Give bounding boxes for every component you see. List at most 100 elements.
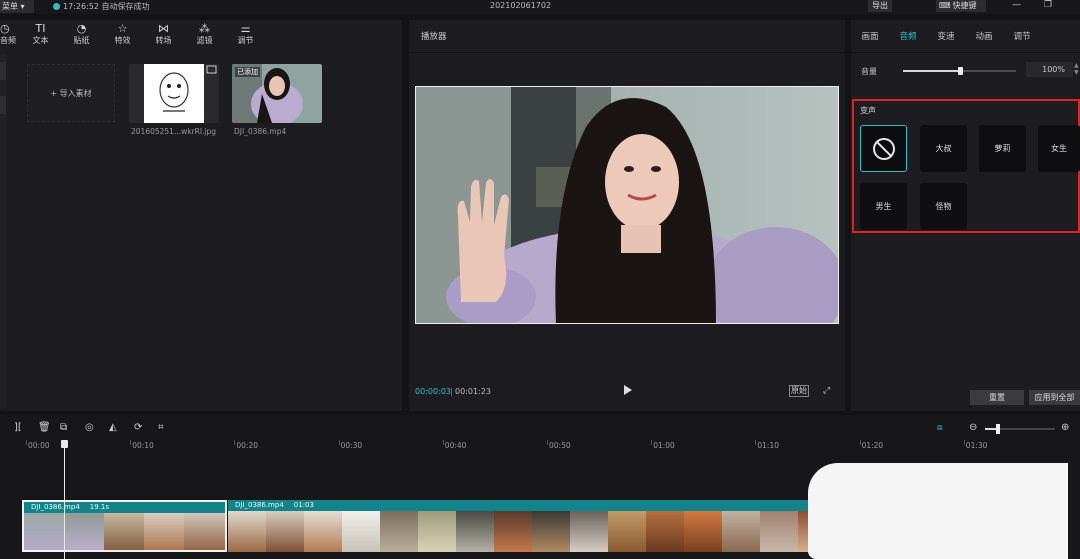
reverse-icon[interactable]: ◎ [85, 422, 94, 433]
aspect-ratio-button[interactable]: 原始 [789, 385, 809, 397]
plus-icon: + [50, 89, 60, 98]
none-icon [873, 138, 895, 160]
tool-label: 特效 [114, 36, 131, 45]
tool-filter[interactable]: ⁂ 滤镜 [184, 20, 225, 52]
media-panel: ◷ 音频 TI 文本 ◔ 贴纸 ☆ 特效 ⋈ 转场 ⁂ 滤镜 ⚌ 调节 + 导入素材 2016… [0, 20, 402, 411]
tool-label: 调节 [237, 36, 254, 45]
sticker-image [129, 64, 219, 123]
tab-animation[interactable]: 动画 [965, 20, 1003, 52]
freeze-icon[interactable]: ⧉ [60, 422, 67, 433]
sticker-icon: ◔ [76, 22, 87, 35]
video-preview[interactable] [415, 86, 839, 324]
overlay-patch [808, 463, 1068, 559]
tab-picture[interactable]: 画面 [851, 20, 889, 52]
video-frame-thumb [24, 513, 64, 550]
voice-option-male[interactable]: 男生 [860, 183, 907, 230]
keyboard-icon: ⌨ [939, 1, 951, 10]
tool-sticker[interactable]: ◔ 贴纸 [61, 20, 102, 52]
ruler-tick [547, 440, 548, 445]
video-frame-thumb [608, 511, 646, 552]
clip-header: DJI_0386.mp4 19.1s [24, 502, 225, 513]
video-frame-thumb [228, 511, 266, 552]
import-media-button[interactable]: + 导入素材 [27, 64, 115, 122]
status-dot-icon [53, 3, 60, 10]
zoom-knob[interactable] [995, 424, 1000, 434]
tool-effects[interactable]: ☆ 特效 [102, 20, 143, 52]
split-icon[interactable]: ][ [14, 422, 22, 433]
tool-label: 音频 [0, 36, 16, 45]
minimize-button[interactable]: — [1012, 0, 1021, 10]
voice-option-monster[interactable]: 怪物 [920, 183, 967, 230]
tool-audio[interactable]: ◷ 音频 [0, 20, 20, 52]
ruler-tick [26, 440, 27, 445]
timeline-clip[interactable]: DJI_0386.mp4 01:03 [228, 500, 828, 552]
fullscreen-icon[interactable]: ⤢ [823, 386, 830, 396]
shortcut-button[interactable]: ⌨ 快捷键 [936, 0, 986, 12]
voice-option-none[interactable] [860, 125, 907, 172]
ruler-label: 00:00 [28, 441, 50, 450]
ruler-tick [130, 440, 132, 445]
ruler-label: 01:10 [757, 441, 780, 450]
apply-all-button[interactable]: 应用到全部 [1029, 390, 1080, 405]
tool-text[interactable]: TI 文本 [20, 20, 61, 52]
chevron-up-icon[interactable]: ▲ [1074, 62, 1079, 69]
volume-input[interactable]: 100% [1026, 62, 1073, 77]
media-item[interactable]: 201605251...wkrRI.jpg [129, 64, 219, 136]
delete-icon[interactable]: 🗑 [38, 422, 51, 433]
media-toolbar: ◷ 音频 TI 文本 ◔ 贴纸 ☆ 特效 ⋈ 转场 ⁂ 滤镜 ⚌ 调节 [0, 20, 402, 52]
tab-audio[interactable]: 音频 [889, 20, 927, 52]
volume-stepper[interactable]: ▲ ▼ [1074, 62, 1079, 76]
audio-icon: ◷ [0, 22, 10, 35]
title-bar: 菜单 ▾ 17:26:52 自动保存成功 202102061702 导出 ⌨ 快捷… [0, 0, 1080, 14]
zoom-slider[interactable] [985, 424, 1055, 434]
time-ruler[interactable]: 00:00 00:10 00:20 00:30 00:40 00:50 01:00 01:10… [0, 440, 1080, 452]
volume-slider[interactable] [903, 67, 1016, 75]
export-button[interactable]: 导出 [868, 0, 892, 12]
media-item[interactable]: 已添加 DJI_0386.mp4 [232, 64, 322, 136]
video-frame-thumb [380, 511, 418, 552]
zoom-out-icon[interactable]: ⊖ [969, 422, 977, 433]
ruler-tick [442, 440, 444, 445]
tool-label: 文本 [32, 36, 49, 45]
snap-icon[interactable]: ⧈ [937, 423, 943, 433]
media-thumbnail [129, 64, 219, 123]
rotate-icon[interactable]: ⟳ [134, 422, 142, 433]
voice-option-female[interactable]: 女生 [1038, 125, 1080, 172]
ruler-label: 01:00 [653, 441, 675, 450]
video-frame-thumb [532, 511, 570, 552]
restore-button[interactable]: ❐ [1044, 0, 1052, 10]
video-frame-thumb [418, 511, 456, 552]
video-frame-thumb [646, 511, 684, 552]
video-frame-thumb [684, 511, 722, 552]
timeline-clip[interactable]: DJI_0386.mp4 19.1s [22, 500, 227, 552]
tool-transition[interactable]: ⋈ 转场 [143, 20, 184, 52]
video-frame-thumb [570, 511, 608, 552]
video-frame-thumb [144, 513, 184, 550]
side-tab[interactable] [0, 96, 6, 114]
playhead[interactable] [64, 443, 65, 559]
side-tab[interactable] [0, 62, 6, 80]
project-title: 202102061702 [490, 1, 552, 10]
tool-label: 转场 [155, 36, 172, 45]
volume-fill [903, 70, 960, 72]
tool-adjust[interactable]: ⚌ 调节 [225, 20, 266, 52]
volume-knob[interactable] [957, 67, 963, 75]
voice-option-uncle[interactable]: 大叔 [920, 125, 967, 172]
volume-label: 音量 [861, 67, 877, 76]
tab-speed[interactable]: 变速 [927, 20, 965, 52]
mirror-icon[interactable]: ◭ [109, 422, 117, 433]
ruler-tick [651, 440, 653, 445]
chevron-down-icon[interactable]: ▼ [1074, 69, 1079, 76]
text-icon: TI [35, 22, 46, 35]
ruler-tick [755, 440, 757, 445]
tab-adjust[interactable]: 调节 [1003, 20, 1041, 52]
menu-button[interactable]: 菜单 ▾ [0, 0, 34, 13]
video-frame [416, 87, 838, 323]
voice-option-loli[interactable]: 萝莉 [979, 125, 1026, 172]
zoom-in-icon[interactable]: ⊕ [1061, 422, 1069, 433]
crop-icon[interactable]: ⌗ [158, 422, 164, 433]
reset-button[interactable]: 重置 [970, 390, 1024, 405]
play-icon[interactable] [624, 385, 632, 395]
player-title: 播放器 [421, 32, 447, 42]
ruler-tick [859, 440, 861, 445]
